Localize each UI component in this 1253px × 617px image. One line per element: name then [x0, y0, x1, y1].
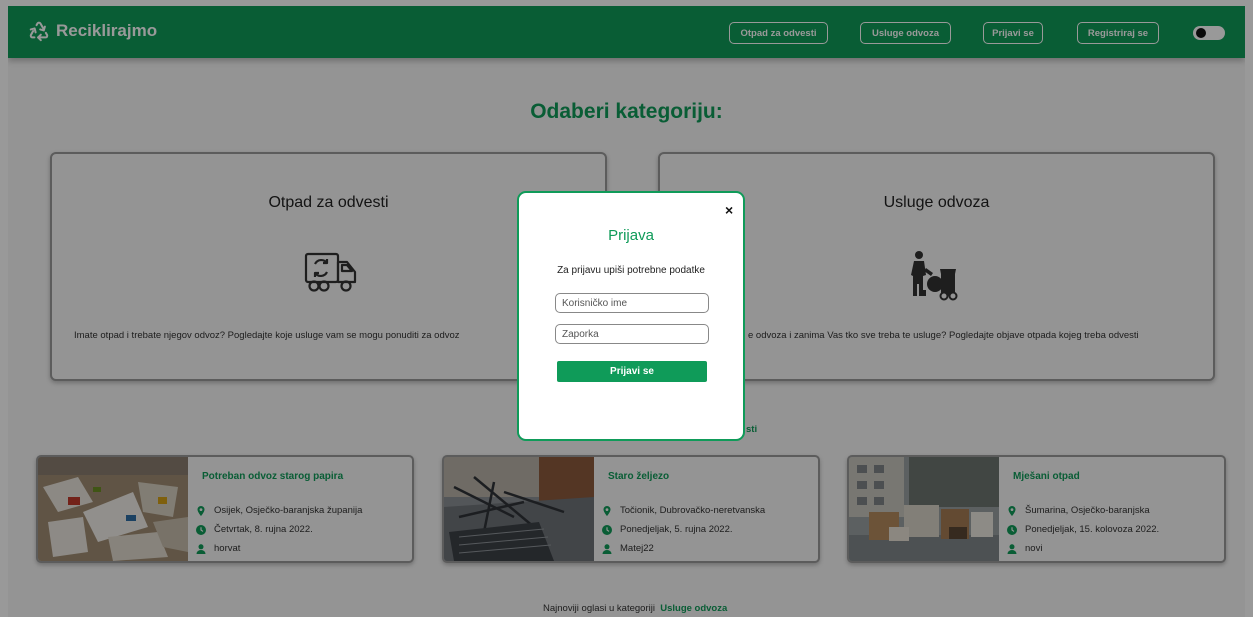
modal-title: Prijava: [608, 227, 654, 244]
login-modal: × Prijava Za prijavu upiši potrebne poda…: [517, 191, 745, 441]
login-submit-button[interactable]: Prijavi se: [557, 361, 707, 382]
password-input[interactable]: [555, 324, 709, 344]
viewport: Reciklirajmo Otpad za odvesti Usluge odv…: [0, 0, 1253, 617]
modal-subtitle: Za prijavu upiši potrebne podatke: [557, 265, 705, 276]
username-input[interactable]: [555, 293, 709, 313]
close-icon[interactable]: ×: [725, 202, 733, 218]
